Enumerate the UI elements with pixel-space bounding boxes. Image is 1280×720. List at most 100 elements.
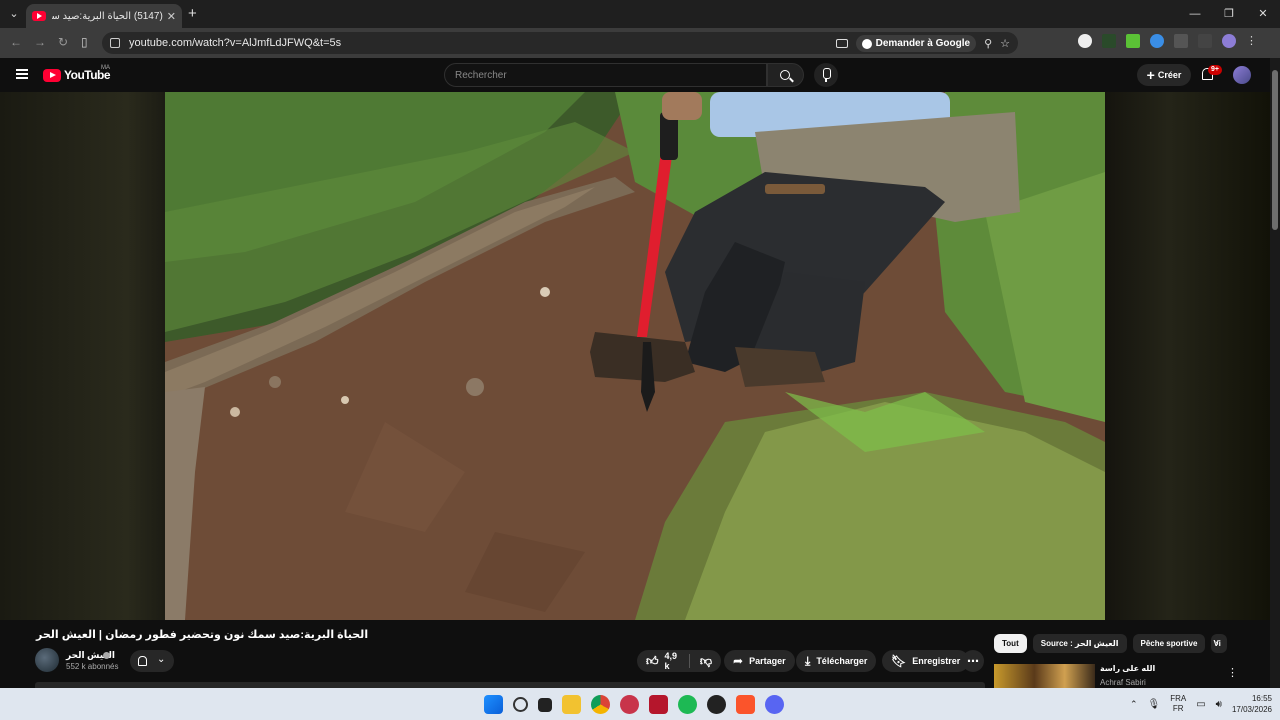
keyboard-code: FR	[1172, 704, 1184, 713]
tab-close-icon[interactable]: ✕	[167, 10, 176, 23]
active-tab[interactable]: (5147) الحياة البرية:صيد سمك نو ✕	[26, 4, 182, 28]
chip-all[interactable]: Tout	[994, 634, 1027, 653]
windows-taskbar: ⌃ 🎙︎ FRA FR ▭ 🔊︎ 16:55 17/03/2026	[0, 688, 1280, 720]
like-dislike-group: 👍︎ 4,9 k 👎︎	[637, 650, 721, 672]
recommendation-menu-icon[interactable]: ⋮	[1227, 666, 1238, 679]
recommendation-title[interactable]: الله على راسة	[1100, 664, 1155, 673]
chips-next-icon[interactable]: ›	[1215, 638, 1219, 650]
extension-1-icon[interactable]	[1078, 34, 1092, 48]
subscription-notifications-button[interactable]: ⌄	[130, 650, 174, 672]
address-bar[interactable]: youtube.com/watch?v=AlJmfLdJFWQ&t=5s Dem…	[102, 32, 1018, 54]
create-label: Créer	[1157, 70, 1182, 80]
profile-avatar-icon[interactable]	[1222, 34, 1236, 48]
restore-button[interactable]: ❐	[1212, 0, 1246, 28]
start-windows-icon[interactable]	[484, 695, 503, 714]
tab-title: (5147) الحياة البرية:صيد سمك نو	[52, 10, 163, 22]
chrome-icon[interactable]	[591, 695, 610, 714]
task-view-icon[interactable]	[538, 697, 552, 712]
download-icon: ⤓	[805, 653, 811, 668]
tray-expand-icon[interactable]: ⌃	[1130, 699, 1138, 710]
browser-toolbar: ← → ↻ ▯ youtube.com/watch?v=AlJmfLdJFWQ&…	[0, 28, 1280, 58]
share-label: Partager	[749, 656, 786, 666]
ask-google-label: Demander à Google	[875, 38, 971, 49]
youtube-logo[interactable]: YouTube	[43, 68, 111, 82]
recommendation-channel[interactable]: Achraf Sabiri	[1100, 678, 1146, 687]
youtube-header: YouTube MA Rechercher + Créer 9+	[0, 58, 1280, 92]
back-arrow-icon[interactable]: ←	[10, 35, 22, 49]
clock-time: 16:55	[1251, 694, 1272, 703]
app-red-icon[interactable]	[620, 695, 639, 714]
ask-google-button[interactable]: Demander à Google	[855, 35, 977, 52]
extension-icons: ⋮	[1078, 34, 1257, 48]
zoom-icon[interactable]: ⚲	[984, 37, 992, 50]
google-lens-icon	[861, 38, 872, 49]
video-player[interactable]	[165, 92, 1105, 620]
volume-icon[interactable]: 🔊︎	[1216, 699, 1222, 710]
save-button[interactable]: 🔖︎ Enregistrer	[882, 650, 970, 672]
thumbs-up-icon[interactable]: 👍︎	[646, 654, 659, 669]
system-tray: ⌃ 🎙︎ FRA FR ▭ 🔊︎ 16:55 17/03/2026	[1130, 688, 1272, 720]
extension-4-icon[interactable]	[1150, 34, 1164, 48]
chip-partial[interactable]: Vi	[1211, 634, 1228, 653]
video-frame-image	[165, 92, 1105, 620]
extension-3-icon[interactable]	[1126, 34, 1140, 48]
search-icon	[780, 70, 790, 80]
side-panel-icon[interactable]: ▯	[81, 35, 88, 49]
extension-2-icon[interactable]	[1102, 34, 1116, 48]
acrobat-icon[interactable]	[649, 695, 668, 714]
install-app-icon[interactable]	[835, 39, 848, 48]
taskbar-apps	[484, 695, 784, 714]
language-indicator[interactable]: FRA FR	[1170, 694, 1186, 714]
recommendation-thumbnail[interactable]	[994, 664, 1095, 688]
brave-icon[interactable]	[736, 695, 755, 714]
url-text[interactable]: youtube.com/watch?v=AlJmfLdJFWQ&t=5s	[129, 37, 341, 49]
thumbs-down-icon[interactable]: 👎︎	[700, 654, 712, 669]
voice-search-button[interactable]	[814, 63, 838, 87]
video-player-area	[0, 92, 1270, 620]
reload-icon[interactable]: ↻	[58, 35, 68, 49]
download-button[interactable]: ⤓ Télécharger	[796, 650, 877, 672]
menu-icon[interactable]	[16, 69, 28, 79]
search-input[interactable]: Rechercher	[444, 63, 767, 87]
like-divider	[689, 654, 690, 668]
new-tab-button[interactable]: +	[188, 6, 197, 22]
save-playlist-icon: 🔖︎	[891, 654, 907, 668]
microphone-icon[interactable]: 🎙︎	[1147, 699, 1160, 710]
network-icon[interactable]: ▭	[1196, 699, 1205, 710]
more-actions-button[interactable]: ⋯	[962, 650, 984, 672]
like-count[interactable]: 4,9 k	[665, 651, 680, 671]
address-bar-actions: Demander à Google ⚲ ☆	[835, 35, 1010, 52]
file-explorer-icon[interactable]	[562, 695, 581, 714]
account-avatar[interactable]	[1233, 66, 1251, 84]
share-button[interactable]: ➦ Partager	[724, 650, 795, 672]
extensions-puzzle-icon[interactable]	[1174, 34, 1188, 48]
site-info-icon[interactable]	[110, 38, 120, 48]
scrollbar-thumb[interactable]	[1272, 70, 1278, 230]
chevron-down-icon: ⌄	[157, 654, 166, 665]
youtube-favicon-icon	[32, 11, 46, 21]
clock-date: 17/03/2026	[1231, 705, 1272, 714]
forward-arrow-icon[interactable]: →	[34, 35, 46, 49]
close-window-button[interactable]: ✕	[1246, 0, 1280, 28]
browser-menu-icon[interactable]: ⋮	[1246, 34, 1257, 48]
search-taskbar-icon[interactable]	[513, 697, 528, 712]
channel-avatar[interactable]	[35, 648, 59, 672]
notification-badge: 9+	[1208, 65, 1222, 75]
clock[interactable]: 16:55 17/03/2026	[1232, 693, 1272, 715]
reading-list-icon[interactable]	[1198, 34, 1212, 48]
window-controls: — ❐ ✕	[1178, 0, 1280, 28]
app-dark-icon[interactable]	[707, 695, 726, 714]
chip-sport-fishing[interactable]: Pêche sportive	[1132, 634, 1206, 653]
search-button[interactable]	[767, 63, 804, 87]
spotify-icon[interactable]	[678, 695, 697, 714]
page-scrollbar[interactable]	[1270, 58, 1280, 688]
browser-tab-strip: ⌄ (5147) الحياة البرية:صيد سمك نو ✕ + — …	[0, 0, 1280, 28]
create-button[interactable]: + Créer	[1137, 64, 1191, 86]
tab-search-chevron-icon[interactable]: ⌄	[6, 6, 22, 22]
recommendation-chips: Tout Source : العيش الحر Pêche sportive …	[994, 634, 1228, 653]
plus-icon: +	[1146, 67, 1155, 83]
minimize-button[interactable]: —	[1178, 0, 1212, 28]
chip-source[interactable]: Source : العيش الحر	[1032, 634, 1127, 653]
bookmark-star-icon[interactable]: ☆	[1000, 37, 1010, 50]
discord-icon[interactable]	[765, 695, 784, 714]
